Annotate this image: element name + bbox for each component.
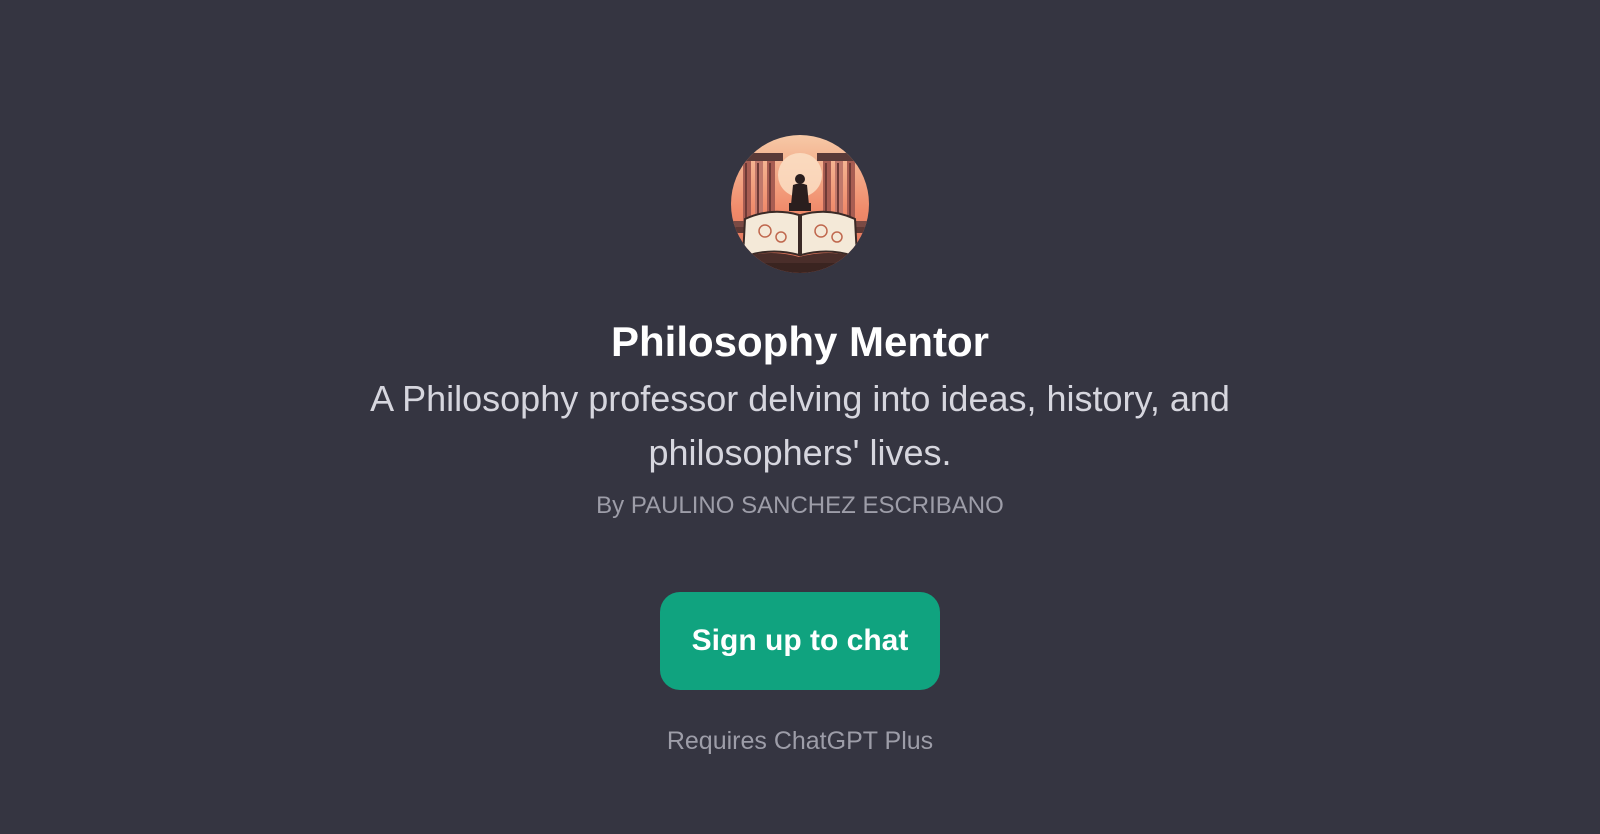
gpt-author: By PAULINO SANCHEZ ESCRIBANO	[596, 492, 1004, 519]
gpt-description: A Philosophy professor delving into idea…	[370, 378, 1230, 473]
gpt-avatar	[731, 135, 869, 273]
requirement-note: Requires ChatGPT Plus	[666, 727, 934, 755]
sign-up-to-chat-button[interactable]: Sign up to chat	[660, 592, 940, 690]
gpt-landing-page: Philosophy Mentor A Philosophy professor…	[0, 0, 1600, 834]
philosophy-book-columns-icon	[731, 135, 869, 273]
gpt-title: Philosophy Mentor	[611, 318, 989, 365]
